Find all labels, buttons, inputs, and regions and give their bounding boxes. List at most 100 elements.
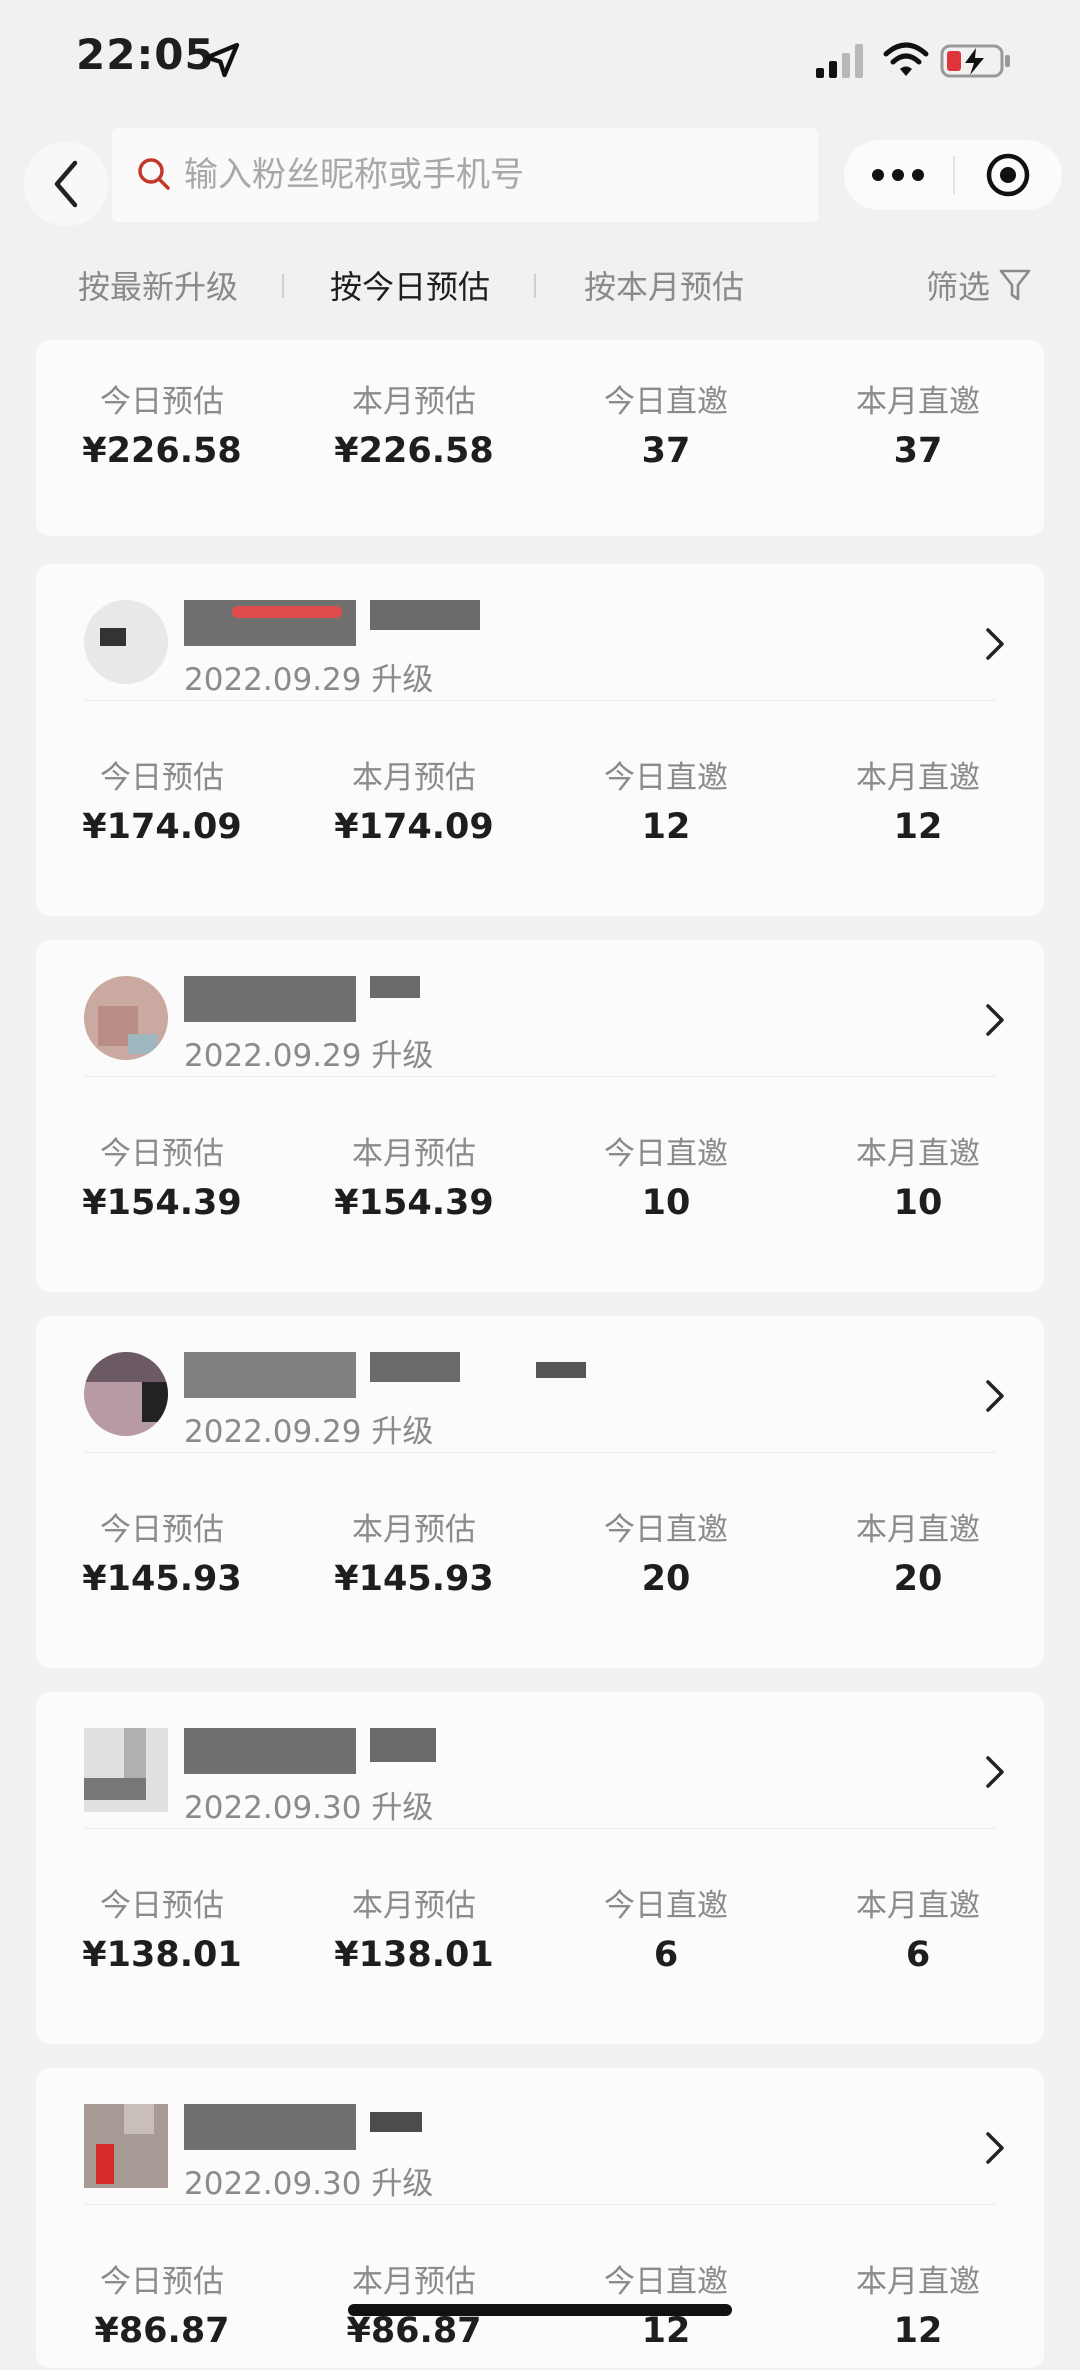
stat-value: 37	[893, 431, 943, 471]
upgrade-date: 2022.09.29 升级	[184, 1414, 434, 1450]
filter-button[interactable]: 筛选	[926, 262, 1032, 308]
avatar	[84, 1352, 168, 1436]
sort-bar: 按最新升级 按今日预估 按本月预估 筛选	[0, 250, 1080, 320]
stat-value: ¥138.01	[82, 1935, 242, 1975]
stat-today-estimate: 今日预估 ¥86.87	[36, 2260, 288, 2358]
filter-label: 筛选	[926, 268, 991, 306]
close-mini-program-button[interactable]	[954, 140, 1062, 210]
stats-row: 今日预估 ¥138.01 本月预估 ¥138.01 今日直邀 6 本月直邀 6	[36, 1884, 1044, 1994]
chevron-right-icon[interactable]	[980, 1752, 1010, 1792]
tab-separator	[534, 274, 536, 298]
member-header[interactable]: 2022.09.29 升级	[36, 1316, 1044, 1452]
filter-funnel-icon	[999, 269, 1031, 301]
name-redacted-extra	[370, 600, 480, 630]
stat-month-estimate: 本月预估 ¥226.58	[288, 380, 540, 478]
stat-label: 今日直邀	[604, 2264, 728, 2300]
name-redacted-extra	[370, 976, 420, 998]
search-icon	[138, 158, 170, 190]
stat-value: 12	[893, 2311, 943, 2351]
member-header[interactable]: 2022.09.29 升级	[36, 940, 1044, 1076]
stat-label: 今日直邀	[604, 1512, 728, 1548]
member-card[interactable]: 2022.09.29 升级 今日预估 ¥145.93 本月预估 ¥145.93 …	[36, 1316, 1044, 1668]
stat-label: 今日直邀	[604, 760, 728, 796]
member-header[interactable]: 2022.09.30 升级	[36, 2068, 1044, 2204]
avatar	[84, 600, 168, 684]
stat-value: ¥145.93	[334, 1559, 494, 1599]
avatar	[84, 1728, 168, 1812]
battery-charging-icon	[940, 44, 1010, 78]
stat-label: 今日直邀	[604, 1888, 728, 1924]
stat-month-invites: 本月直邀 37	[792, 380, 1044, 478]
target-circle-icon	[986, 153, 1030, 197]
stats-row: 今日预估 ¥174.09 本月预估 ¥174.09 今日直邀 12 本月直邀 1…	[36, 756, 1044, 866]
stat-value: 37	[641, 431, 691, 471]
member-header[interactable]: 2022.09.30 升级	[36, 1692, 1044, 1828]
stats-row: 今日预估 ¥145.93 本月预估 ¥145.93 今日直邀 20 本月直邀 2…	[36, 1508, 1044, 1618]
stat-label: 今日预估	[100, 1512, 224, 1548]
avatar	[84, 976, 168, 1060]
stat-value: ¥226.58	[334, 431, 494, 471]
stat-value: 12	[641, 807, 691, 847]
cellular-signal-icon	[816, 44, 863, 78]
wifi-icon	[883, 42, 929, 76]
stat-value: 6	[653, 1935, 679, 1975]
member-card[interactable]: 2022.09.29 升级 今日预估 ¥154.39 本月预估 ¥154.39 …	[36, 940, 1044, 1292]
stat-today-invites: 今日直邀 10	[540, 1132, 792, 1230]
stats-row: 今日预估 ¥226.58 本月预估 ¥226.58 今日直邀 37 本月直邀 3…	[36, 380, 1044, 490]
stat-value: ¥174.09	[82, 807, 242, 847]
stat-month-invites: 本月直邀 20	[792, 1508, 1044, 1606]
search-box[interactable]	[112, 128, 818, 222]
name-redacted-extra	[370, 1728, 436, 1762]
tab-sort-latest-upgrade[interactable]: 按最新升级	[78, 262, 238, 308]
chevron-right-icon[interactable]	[980, 624, 1010, 664]
chevron-right-icon[interactable]	[980, 2128, 1010, 2168]
search-input[interactable]	[184, 146, 784, 204]
stat-today-estimate: 今日预估 ¥174.09	[36, 756, 288, 854]
stat-value: 20	[893, 1559, 943, 1599]
member-header[interactable]: 2022.09.29 升级	[36, 564, 1044, 700]
location-arrow-icon	[204, 42, 240, 78]
stat-label: 本月预估	[352, 2264, 476, 2300]
chevron-right-icon[interactable]	[980, 1000, 1010, 1040]
stat-label: 本月直邀	[856, 1512, 980, 1548]
stat-month-estimate: 本月预估 ¥154.39	[288, 1132, 540, 1230]
upgrade-date: 2022.09.30 升级	[184, 1790, 434, 1826]
status-time: 22:05	[76, 30, 215, 79]
tab-sort-month-estimate[interactable]: 按本月预估	[584, 262, 744, 308]
stat-label: 今日预估	[100, 760, 224, 796]
stat-value: ¥145.93	[82, 1559, 242, 1599]
stat-value: 10	[893, 1183, 943, 1223]
name-redacted-extra	[370, 2112, 422, 2132]
chevron-left-icon	[54, 160, 78, 208]
stat-month-estimate: 本月预估 ¥138.01	[288, 1884, 540, 1982]
stat-label: 今日预估	[100, 384, 224, 420]
name-redacted	[184, 976, 356, 1022]
stats-row: 今日预估 ¥154.39 本月预估 ¥154.39 今日直邀 10 本月直邀 1…	[36, 1132, 1044, 1242]
tab-sort-today-estimate[interactable]: 按今日预估	[330, 262, 490, 308]
stat-month-invites: 本月直邀 10	[792, 1132, 1044, 1230]
stat-value: ¥154.39	[334, 1183, 494, 1223]
home-indicator[interactable]	[348, 2304, 732, 2316]
chevron-right-icon[interactable]	[980, 1376, 1010, 1416]
member-card[interactable]: 2022.09.30 升级 今日预估 ¥86.87 本月预估 ¥86.87 今日…	[36, 2068, 1044, 2368]
redaction-mark	[232, 606, 342, 618]
more-button[interactable]	[844, 140, 952, 210]
stat-value: 20	[641, 1559, 691, 1599]
more-dots-icon	[872, 169, 924, 181]
mini-program-capsule	[844, 140, 1062, 210]
stat-label: 今日预估	[100, 1136, 224, 1172]
card-divider	[84, 1452, 996, 1453]
member-card[interactable]: 2022.09.29 升级 今日预估 ¥174.09 本月预估 ¥174.09 …	[36, 564, 1044, 916]
name-redacted-extra	[536, 1362, 586, 1378]
upgrade-date: 2022.09.29 升级	[184, 1038, 434, 1074]
stat-month-invites: 本月直邀 6	[792, 1884, 1044, 1982]
status-bar: 22:05	[0, 0, 1080, 120]
name-redacted	[184, 1352, 356, 1398]
member-card[interactable]: 2022.09.30 升级 今日预估 ¥138.01 本月预估 ¥138.01 …	[36, 1692, 1044, 2044]
stat-label: 今日直邀	[604, 384, 728, 420]
stat-value: 12	[893, 807, 943, 847]
stat-label: 本月直邀	[856, 1136, 980, 1172]
back-button[interactable]	[24, 142, 108, 226]
stat-value: 10	[641, 1183, 691, 1223]
stat-label: 本月直邀	[856, 1888, 980, 1924]
